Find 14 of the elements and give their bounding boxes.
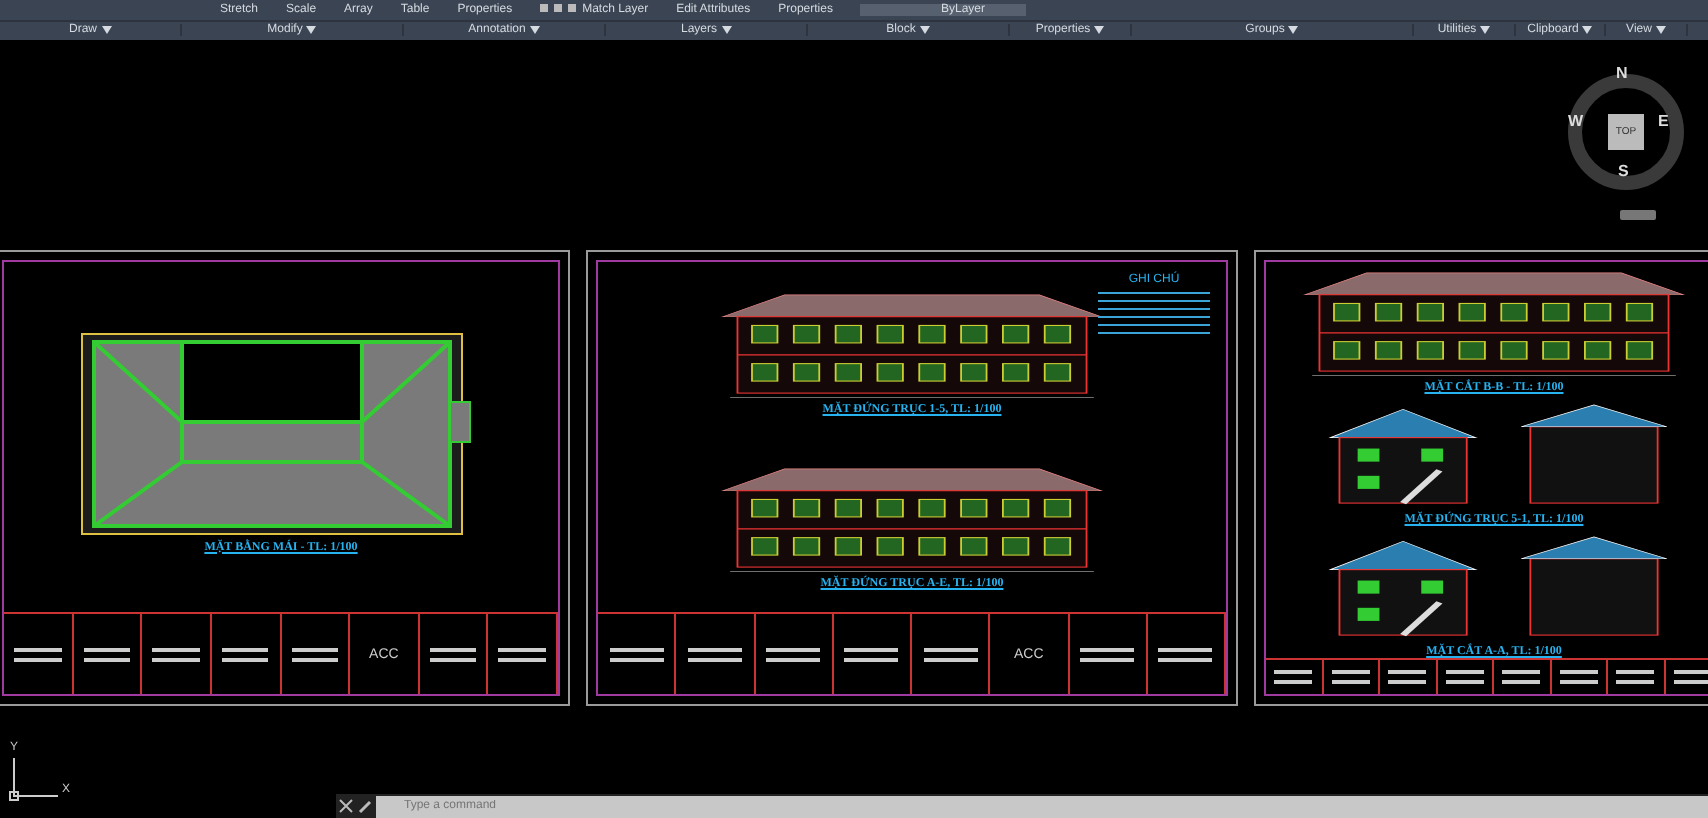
caret-icon — [721, 26, 731, 35]
caret-icon — [1094, 26, 1105, 35]
close-icon[interactable] — [336, 796, 356, 816]
caret-icon — [529, 26, 540, 35]
south-label: S — [1618, 162, 1629, 180]
caret-icon — [1655, 26, 1666, 35]
caret-icon — [306, 26, 317, 35]
caret-icon — [101, 26, 111, 35]
caret-icon — [1582, 26, 1593, 35]
west-label: W — [1568, 112, 1584, 130]
caret-icon — [1288, 26, 1299, 35]
caret-icon — [1480, 26, 1491, 35]
east-label: E — [1658, 112, 1669, 130]
caret-icon — [919, 26, 930, 35]
